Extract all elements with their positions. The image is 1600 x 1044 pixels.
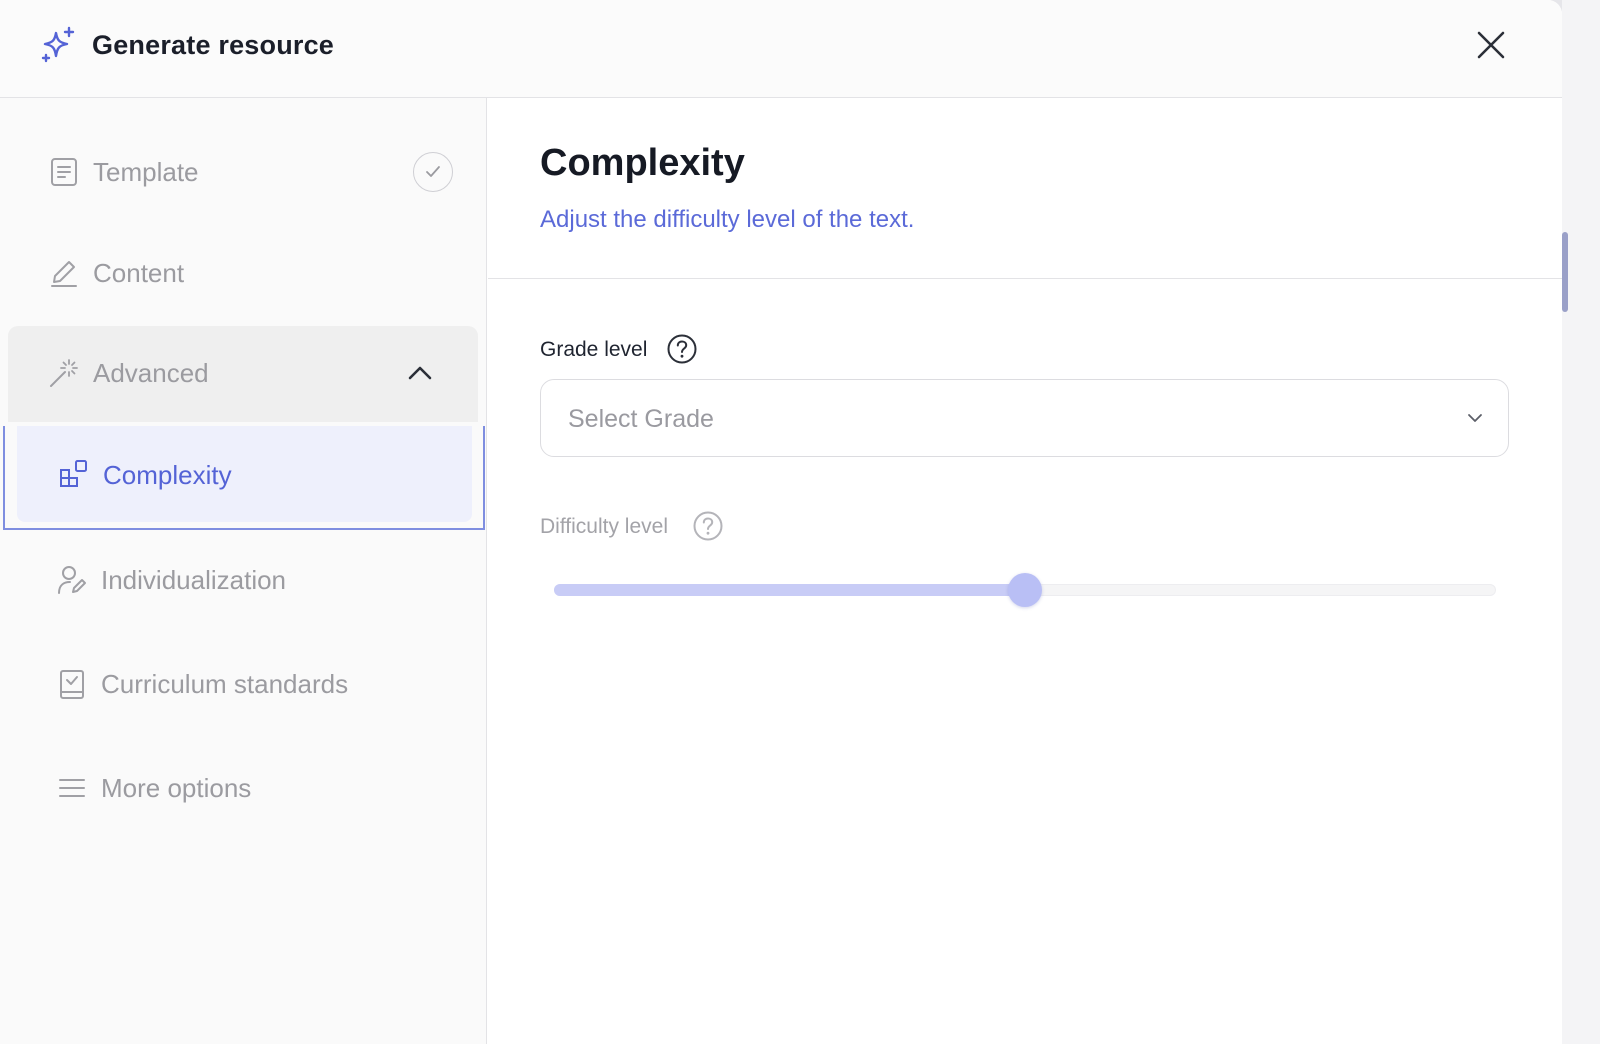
sidebar-item-label: Individualization — [101, 565, 287, 595]
advanced-subitems: Complexity — [3, 426, 485, 530]
sidebar-item-label: Template — [93, 157, 199, 187]
sidebar-item-more-options[interactable]: More options — [8, 740, 478, 836]
section-header: Complexity Adjust the difficulty level o… — [488, 98, 1562, 279]
scrollbar-thumb[interactable] — [1562, 232, 1568, 312]
difficulty-level-label: Difficulty level — [540, 515, 668, 538]
page-scrollbar[interactable] — [1562, 0, 1600, 1044]
magic-wand-icon — [50, 359, 78, 387]
slider-fill — [554, 584, 1025, 596]
chevron-down-icon — [1468, 414, 1482, 422]
checklist-book-icon — [60, 670, 84, 699]
chevron-up-icon[interactable] — [406, 359, 434, 387]
help-icon[interactable] — [692, 510, 724, 542]
generate-resource-modal: Generate resource Template Content Advan… — [0, 0, 1562, 1044]
document-icon — [51, 158, 77, 186]
sidebar-item-label: Advanced — [93, 358, 209, 388]
help-icon[interactable] — [666, 333, 698, 365]
main-panel: Complexity Adjust the difficulty level o… — [488, 98, 1562, 1044]
modal-title: Generate resource — [92, 30, 335, 60]
sidebar-item-content[interactable]: Content — [8, 226, 478, 322]
slider-thumb[interactable] — [1008, 573, 1042, 607]
sidebar-item-template[interactable]: Template — [8, 125, 478, 221]
close-icon[interactable] — [1474, 28, 1508, 62]
sidebar-item-label: Content — [93, 258, 185, 288]
user-edit-icon — [58, 566, 86, 594]
modal-header: Generate resource — [0, 0, 1562, 98]
sidebar-item-label: More options — [101, 773, 252, 803]
difficulty-slider[interactable] — [554, 573, 1496, 607]
blocks-icon — [60, 460, 87, 487]
sidebar-item-label: Complexity — [103, 460, 232, 490]
menu-lines-icon — [59, 779, 85, 797]
completed-check-icon — [413, 152, 453, 192]
page-subtitle: Adjust the difficulty level of the text. — [540, 206, 915, 233]
grade-select-placeholder: Select Grade — [568, 405, 714, 433]
sidebar-item-individualization[interactable]: Individualization — [8, 532, 478, 628]
pencil-icon — [51, 261, 77, 287]
page-title: Complexity — [540, 142, 745, 184]
sparkle-icon — [41, 26, 75, 63]
sidebar-item-complexity[interactable]: Complexity — [17, 426, 472, 522]
sidebar-item-curriculum-standards[interactable]: Curriculum standards — [8, 636, 478, 732]
sidebar-item-label: Curriculum standards — [101, 669, 349, 699]
grade-level-label: Grade level — [540, 338, 648, 361]
grade-select[interactable]: Select Grade — [540, 379, 1509, 457]
sidebar-item-advanced[interactable]: Advanced — [8, 326, 478, 422]
